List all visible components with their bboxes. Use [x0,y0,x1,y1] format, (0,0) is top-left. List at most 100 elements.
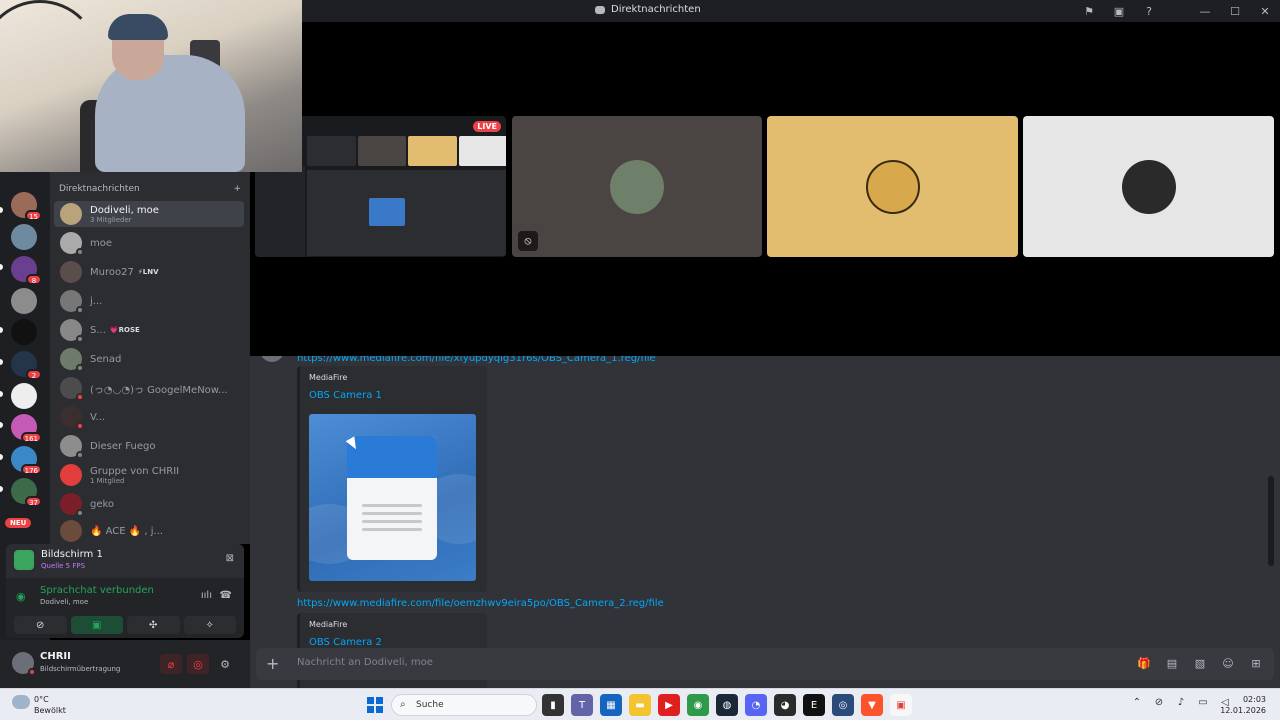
dm-subtitle: 3 Mitglieder [90,215,132,224]
shared-tile-strip [307,136,506,166]
apps-icon[interactable]: ⊞ [1248,655,1264,671]
dm-item[interactable]: Muroo27 ⚡LNV [54,259,244,285]
chevron-up-icon[interactable]: ⌃ [1130,697,1144,708]
dm-name: Muroo27 [90,266,134,278]
status-dot [76,451,84,459]
weather-widget[interactable]: 0°C Bewölkt [34,694,66,716]
app-icon[interactable]: ◕ [774,694,796,716]
dm-item[interactable]: Senad [54,346,244,372]
voice-status[interactable]: Sprachchat verbunden [40,585,154,596]
soundboard-button[interactable]: ✧ [183,616,236,634]
steam-icon[interactable]: ◍ [716,694,738,716]
flag-icon[interactable]: ⚑ [1074,0,1104,22]
dm-item[interactable]: moe [54,230,244,256]
message-input[interactable]: Nachricht an Dodiveli, moe [297,657,433,668]
mic-muted-icon[interactable]: ⌀ [160,654,182,674]
activities-button[interactable]: ✣ [127,616,180,634]
settings-gear-icon[interactable]: ⚙ [214,654,236,674]
maximize-button[interactable]: ☐ [1220,0,1250,22]
task-view-icon[interactable]: ▮ [542,694,564,716]
dm-item[interactable]: j... [54,288,244,314]
message-composer[interactable]: + Nachricht an Dodiveli, moe 🎁 ▤ ▧ ☺ ⊞ [256,648,1274,680]
brave-icon[interactable]: ▼ [861,694,883,716]
server-icon[interactable] [11,383,37,409]
dm-item[interactable]: Gruppe von CHRII 1 Mitglied [54,462,244,488]
participant-tile-2[interactable] [767,116,1018,257]
user-avatar[interactable] [12,652,36,676]
embed-thumbnail[interactable] [309,414,476,581]
server-icon[interactable] [11,288,37,314]
user-name: CHRII [40,651,71,662]
dm-item[interactable]: V... [54,404,244,430]
server-icon[interactable]: 37 [11,478,42,507]
dm-item[interactable]: 🔥 ACE 🔥 , j... [54,518,244,544]
inbox-icon[interactable]: ▣ [1104,0,1134,22]
server-icon[interactable] [11,224,37,250]
dm-item[interactable]: S... 💗ROSE [54,317,244,343]
dm-item[interactable]: Dodiveli, moe 3 Mitglieder [54,201,244,227]
folder-icon[interactable]: ▬ [629,694,651,716]
sync-icon[interactable]: ⊘ [1152,697,1166,708]
minimize-button[interactable]: — [1190,0,1220,22]
shared-file-icon [369,198,405,226]
dm-name: j... [90,295,103,307]
mention-badge: 37 [25,496,42,507]
app-icon[interactable]: ◎ [832,694,854,716]
participant-tile-3[interactable] [1023,116,1274,257]
dm-sidebar: Direktnachrichten + Dodiveli, moe 3 Mitgl… [50,172,250,544]
emoji-icon[interactable]: ☺ [1220,655,1236,671]
taskbar-search[interactable]: ⌕ Suche [391,694,537,716]
close-button[interactable]: ✕ [1250,0,1280,22]
disconnect-icon[interactable]: ☎ [220,590,232,601]
sticker-icon[interactable]: ▧ [1192,655,1208,671]
start-button[interactable] [367,697,383,713]
embed-title[interactable]: OBS Camera 1 [309,390,382,401]
gif-icon[interactable]: ▤ [1164,655,1180,671]
mic-icon[interactable]: ♪ [1174,697,1188,708]
message-link[interactable]: https://www.mediafire.com/file/xfyupdyql… [297,356,656,364]
server-icon[interactable]: 15 [11,192,42,221]
dm-item[interactable]: Dieser Fuego [54,433,244,459]
attach-icon[interactable]: + [266,654,279,673]
discord-icon [595,5,605,14]
screen-share-button[interactable]: ▣ [70,616,123,634]
server-icon[interactable]: 176 [11,446,42,475]
mention-badge: 2 [26,369,42,380]
clock[interactable]: 02:03 12.01.2026 [1220,694,1266,716]
teams-icon[interactable]: T [571,694,593,716]
dm-item[interactable]: geko [54,491,244,517]
gift-icon[interactable]: 🎁 [1136,655,1152,671]
server-icon[interactable]: 2 [11,351,42,380]
epic-games-icon[interactable]: E [803,694,825,716]
shared-window [307,170,506,256]
noise-suppression-icon[interactable]: ıılı [201,590,212,601]
embed-title[interactable]: OBS Camera 2 [309,637,382,648]
help-icon[interactable]: ? [1134,0,1164,22]
youtube-icon[interactable]: ▶ [658,694,680,716]
dm-name: Dieser Fuego [90,440,156,452]
deafen-icon[interactable]: ◎ [187,654,209,674]
voice-panel: Bildschirm 1 Quelle 5 FPS ⊠ ◉ Sprachchat… [6,544,244,638]
document-line [362,504,422,507]
webcam-overlay [0,0,302,172]
camera-button[interactable]: ⊘ [14,616,67,634]
voice-connection: ◉ Sprachchat verbunden Dodiveli, moe ııl… [6,580,244,614]
server-icon[interactable] [11,319,37,345]
unread-pip [0,359,3,365]
display-icon[interactable]: ▭ [1196,697,1210,708]
unread-pip [0,454,3,460]
discord-app-icon[interactable]: ◔ [745,694,767,716]
server-icon[interactable]: 161 [11,414,42,443]
participant-tile-1[interactable]: ⦸ [512,116,762,257]
unread-pip [0,207,3,213]
message-link[interactable]: https://www.mediafire.com/file/oemzhwv9e… [297,598,664,609]
server-icon[interactable]: 8 [11,256,42,285]
store-icon[interactable]: ▦ [600,694,622,716]
dm-item[interactable]: (っ◔◡◔)っ GoogelMeNow... [54,375,244,401]
chrome-icon[interactable]: ◉ [687,694,709,716]
weather-icon[interactable] [12,695,30,709]
stop-stream-icon[interactable]: ⊠ [226,553,234,564]
scrollbar[interactable] [1268,476,1274,566]
app-icon[interactable]: ▣ [890,694,912,716]
add-dm-button[interactable]: + [233,184,241,194]
